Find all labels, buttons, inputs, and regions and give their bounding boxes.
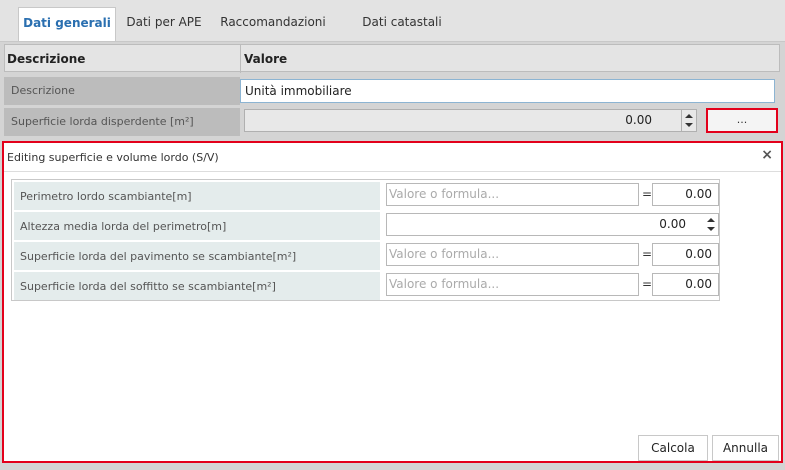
field-row: Superficie lorda del pavimento se scambi… [14,242,380,270]
field-label-pavimento: Superficie lorda del pavimento se scambi… [20,250,297,263]
soffitto-result: 0.00 [652,273,719,296]
dialog-title: Editing superficie e volume lordo (S/V) [7,151,219,164]
perimetro-formula-input[interactable]: Valore o formula... [386,183,639,206]
spin-up-icon[interactable] [685,114,693,118]
tab-dati-generali[interactable]: Dati generali [18,7,116,41]
equals-sign: = [642,277,653,291]
grid-row-label: Descrizione [4,77,240,105]
spin-up-icon[interactable] [707,218,715,222]
perimetro-result: 0.00 [652,183,719,206]
annulla-button[interactable]: Annulla [712,435,779,461]
tab-dati-catastali[interactable]: Dati catastali [352,7,452,40]
altezza-input[interactable]: 0.00 [386,213,719,236]
superficie-lorda-field[interactable]: 0.00 [244,109,697,132]
fields-table: Perimetro lordo scambiante[m] Altezza me… [11,179,720,301]
grid-header: Descrizione Valore [4,44,780,73]
ellipsis-button[interactable]: ... [706,108,778,133]
close-icon[interactable]: × [761,147,773,163]
field-label-altezza: Altezza media lorda del perimetro[m] [20,220,227,233]
soffitto-formula-input[interactable]: Valore o formula... [386,273,639,296]
pavimento-formula-input[interactable]: Valore o formula... [386,243,639,266]
col-header-valore: Valore [244,52,288,66]
field-row: Perimetro lordo scambiante[m] [14,182,380,210]
row-label-superficie: Superficie lorda disperdente [m²] [11,115,194,128]
descrizione-input[interactable]: Unità immobiliare [240,79,775,103]
spin-down-icon[interactable] [707,227,715,231]
row-label-descrizione: Descrizione [11,84,75,97]
equals-sign: = [642,187,653,201]
equals-sign: = [642,247,653,261]
field-row: Altezza media lorda del perimetro[m] [14,212,380,240]
spin-down-icon[interactable] [685,123,693,127]
altezza-value: 0.00 [659,217,686,231]
superficie-lorda-value: 0.00 [625,113,652,127]
field-row: Superficie lorda del soffitto se scambia… [14,272,380,300]
spinner[interactable] [704,214,718,235]
calcola-button[interactable]: Calcola [638,435,708,461]
editing-dialog: Editing superficie e volume lordo (S/V) … [2,141,783,463]
pavimento-result: 0.00 [652,243,719,266]
spinner[interactable] [681,110,696,131]
field-label-perimetro: Perimetro lordo scambiante[m] [20,190,192,203]
grid-row-label: Superficie lorda disperdente [m²] [4,108,240,136]
dialog-title-divider [4,171,781,172]
field-label-soffitto: Superficie lorda del soffitto se scambia… [20,280,276,293]
tab-dati-per-ape[interactable]: Dati per APE [118,7,210,40]
header-divider [240,45,241,73]
tab-raccomandazioni[interactable]: Raccomandazioni [214,7,332,40]
tab-bar: Dati generali Dati per APE Raccomandazio… [0,0,785,42]
col-header-descrizione: Descrizione [7,52,86,66]
